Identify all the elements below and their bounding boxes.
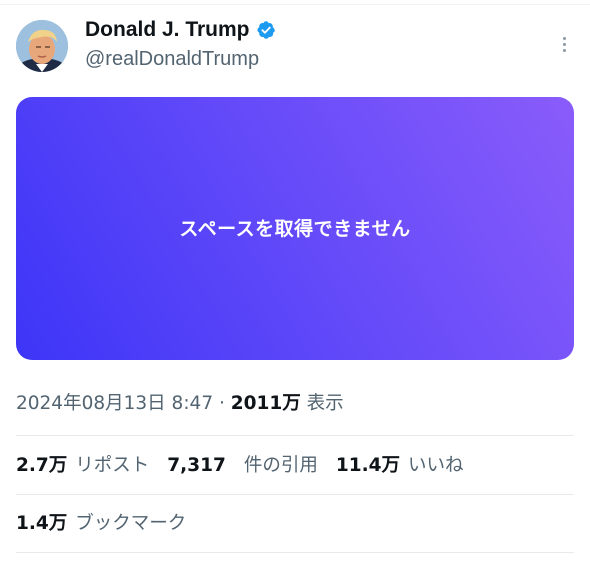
bookmarks-count: 1.4万	[16, 513, 68, 534]
tweet-meta: 2024年08月13日 8:47 · 2011万 表示	[16, 390, 344, 418]
divider	[16, 494, 574, 495]
bookmarks-row: 1.4万 ブックマーク	[16, 510, 186, 538]
divider	[16, 552, 574, 553]
bookmarks-label: ブックマーク	[75, 513, 187, 534]
author-names: Donald J. Trump @realDonaldTrump	[85, 14, 276, 73]
views-label: 表示	[306, 393, 344, 414]
quotes-stat[interactable]: 7,317 件の引用	[167, 452, 318, 480]
views-count: 2011万	[230, 393, 301, 414]
quotes-label: 件の引用	[243, 455, 318, 476]
meta-separator: ·	[218, 393, 225, 414]
avatar[interactable]	[16, 20, 68, 72]
display-name[interactable]: Donald J. Trump	[85, 16, 250, 44]
top-divider	[0, 4, 590, 5]
avatar-photo	[16, 20, 68, 72]
likes-stat[interactable]: 11.4万 いいね	[336, 452, 464, 480]
space-card[interactable]: スペースを取得できません	[16, 97, 574, 360]
timestamp[interactable]: 2024年08月13日 8:47	[16, 393, 213, 414]
likes-count: 11.4万	[335, 455, 400, 476]
verified-badge-icon	[256, 21, 275, 39]
space-unavailable-message: スペースを取得できません	[179, 217, 411, 240]
quotes-count: 7,317	[167, 455, 226, 476]
handle[interactable]: @realDonaldTrump	[85, 45, 276, 73]
bookmarks-stat[interactable]: 1.4万 ブックマーク	[16, 510, 186, 538]
more-options-icon[interactable]	[554, 34, 574, 54]
divider	[16, 435, 574, 436]
engagement-stats-row: 2.7万 リポスト 7,317 件の引用 11.4万 いいね	[16, 452, 464, 480]
reposts-stat[interactable]: 2.7万 リポスト	[16, 452, 149, 480]
reposts-label: リポスト	[75, 455, 150, 476]
likes-label: いいね	[408, 455, 464, 476]
reposts-count: 2.7万	[16, 455, 68, 476]
tweet-header: Donald J. Trump @realDonaldTrump	[16, 14, 574, 78]
